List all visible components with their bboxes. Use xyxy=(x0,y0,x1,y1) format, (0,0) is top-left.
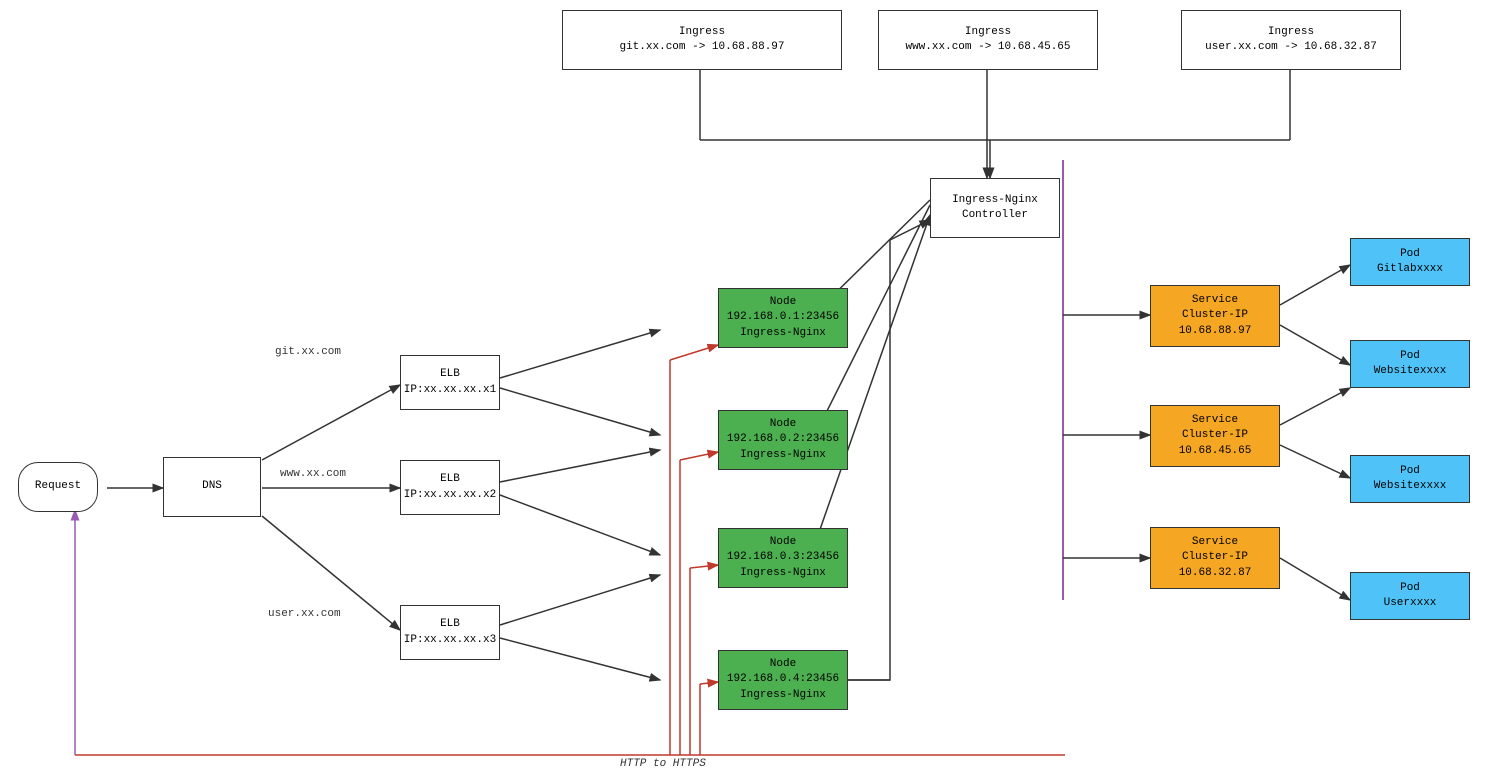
node4-box: Node192.168.0.4:23456Ingress-Nginx xyxy=(718,650,848,710)
svc1-box: ServiceCluster-IP10.68.88.97 xyxy=(1150,285,1280,347)
http-https-label: HTTP to HTTPS xyxy=(620,758,706,770)
dns-box: DNS xyxy=(163,457,261,517)
ingress-nginx-controller: Ingress-NginxController xyxy=(930,178,1060,238)
ingress3-box: Ingressuser.xx.com -> 10.68.32.87 xyxy=(1181,10,1401,70)
request-box: Request xyxy=(18,462,98,512)
ingress1-box: Ingressgit.xx.com -> 10.68.88.97 xyxy=(562,10,842,70)
elb3-box: ELBIP:xx.xx.xx.x3 xyxy=(400,605,500,660)
diagram-container: Request DNS git.xx.com www.xx.com user.x… xyxy=(0,0,1487,776)
git-label: git.xx.com xyxy=(275,346,341,358)
www-label: www.xx.com xyxy=(280,468,346,480)
elb1-box: ELBIP:xx.xx.xx.x1 xyxy=(400,355,500,410)
pod4-box: PodUserxxxx xyxy=(1350,572,1470,620)
pod2-box: PodWebsitexxxx xyxy=(1350,340,1470,388)
elb2-box: ELBIP:xx.xx.xx.x2 xyxy=(400,460,500,515)
svc2-box: ServiceCluster-IP10.68.45.65 xyxy=(1150,405,1280,467)
dns-label: DNS xyxy=(202,479,222,494)
node1-box: Node192.168.0.1:23456Ingress-Nginx xyxy=(718,288,848,348)
pod3-box: PodWebsitexxxx xyxy=(1350,455,1470,503)
user-label: user.xx.com xyxy=(268,608,341,620)
node2-box: Node192.168.0.2:23456Ingress-Nginx xyxy=(718,410,848,470)
svc3-box: ServiceCluster-IP10.68.32.87 xyxy=(1150,527,1280,589)
ingress2-box: Ingresswww.xx.com -> 10.68.45.65 xyxy=(878,10,1098,70)
node3-box: Node192.168.0.3:23456Ingress-Nginx xyxy=(718,528,848,588)
pod1-box: PodGitlabxxxx xyxy=(1350,238,1470,286)
request-label: Request xyxy=(35,479,81,494)
